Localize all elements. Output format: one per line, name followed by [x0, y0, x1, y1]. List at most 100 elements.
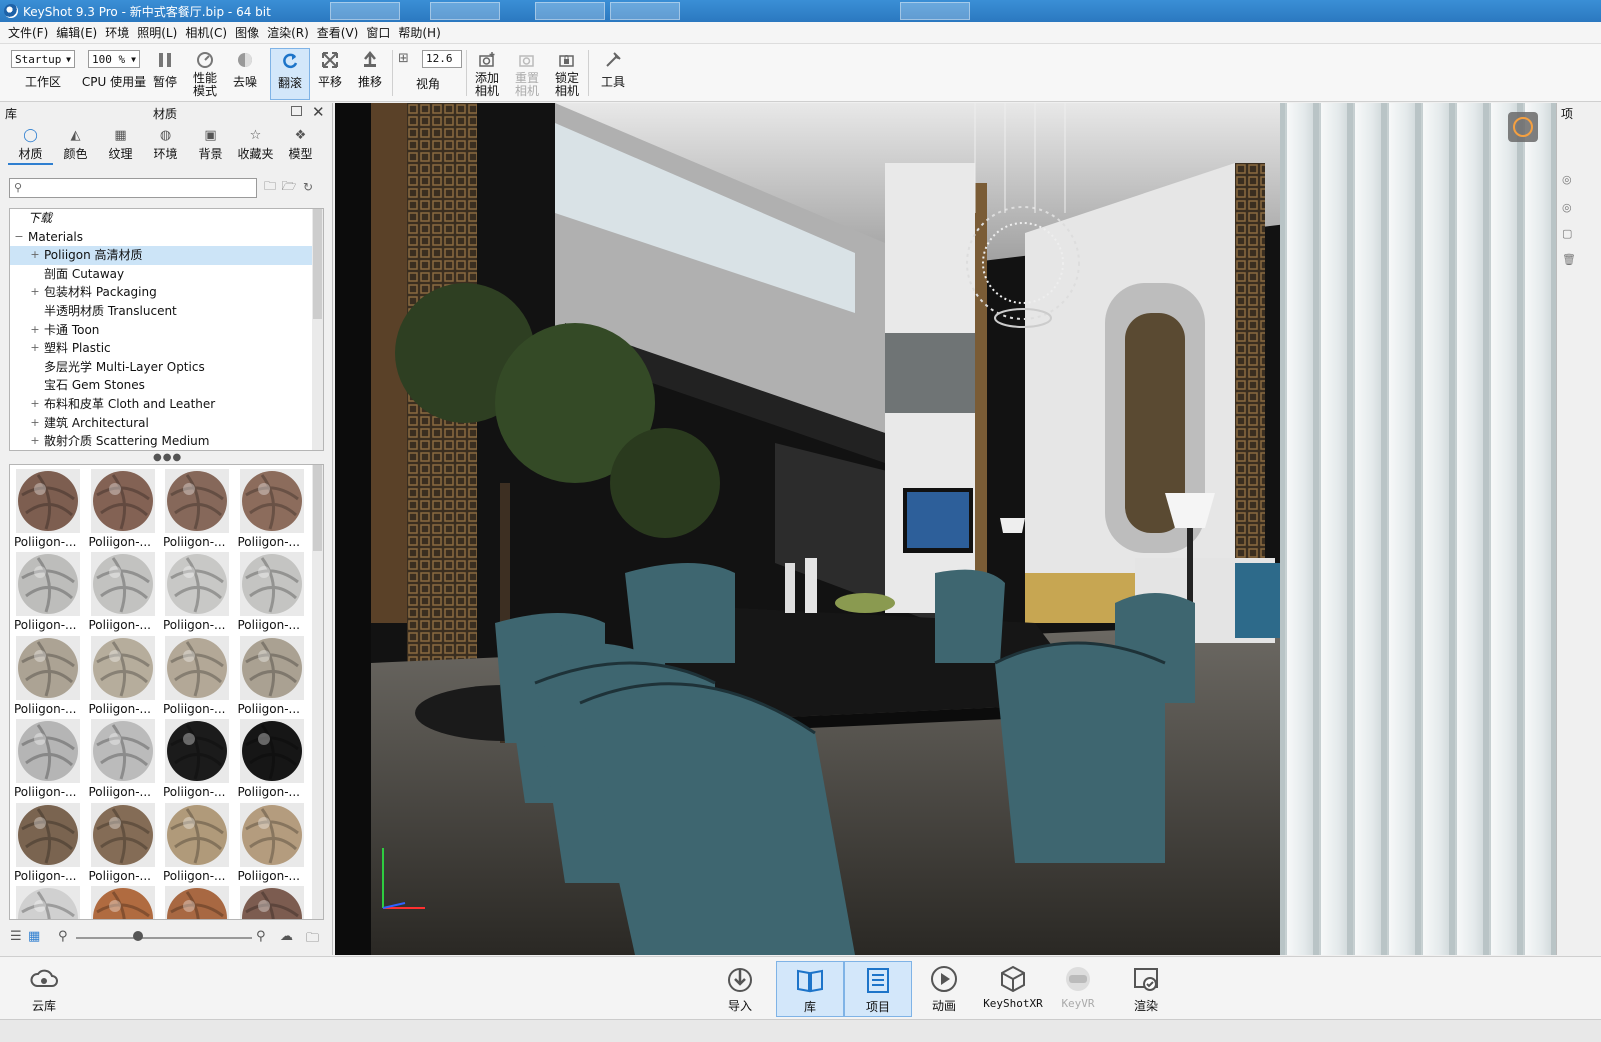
library-search-input[interactable]: ⚲: [9, 178, 257, 198]
keyshotxr-button[interactable]: KeyShotXR: [980, 961, 1046, 1017]
cloud-upload-icon[interactable]: ☁: [280, 929, 293, 944]
tab-favorites[interactable]: ☆ 收藏夹: [233, 127, 278, 165]
tree-row[interactable]: − Materials: [10, 228, 323, 247]
material-thumbnail[interactable]: Poliigon-...: [12, 717, 84, 800]
material-thumbnail[interactable]: Poliigon-...: [236, 717, 308, 800]
tree-row[interactable]: 宝石 Gem Stones: [10, 376, 323, 395]
material-thumbnail[interactable]: Poliigon-...: [236, 634, 308, 717]
menu-image[interactable]: 图像: [231, 24, 263, 41]
material-thumbnail[interactable]: Poliigon-...: [236, 801, 308, 884]
expand-icon[interactable]: +: [30, 321, 40, 340]
panel-icon[interactable]: ▢: [1562, 227, 1572, 240]
add-camera-button[interactable]: 添加 相机: [467, 48, 507, 100]
tab-backplates[interactable]: ▣ 背景: [188, 127, 233, 165]
panel-icon[interactable]: ◎: [1562, 173, 1572, 186]
material-thumbnail[interactable]: Poliigon-...: [87, 884, 159, 919]
grid-view-icon[interactable]: ▦: [28, 929, 40, 944]
tools-button[interactable]: 工具: [593, 48, 633, 100]
tree-row[interactable]: 剖面 Cutaway: [10, 265, 323, 284]
animation-button[interactable]: 动画: [912, 961, 976, 1017]
workspace-select[interactable]: Startup ▼: [11, 50, 75, 68]
lock-camera-button[interactable]: 锁定 相机: [547, 48, 587, 100]
refresh-icon[interactable]: ↻: [300, 179, 316, 195]
pan-button[interactable]: 平移: [310, 48, 350, 100]
material-thumbnail[interactable]: Poliigon-...: [12, 550, 84, 633]
material-thumbnail[interactable]: Poliigon-...: [87, 801, 159, 884]
tree-row[interactable]: + 建筑 Architectural: [10, 414, 323, 433]
menu-camera[interactable]: 相机(C): [181, 24, 231, 41]
keyvr-button[interactable]: KeyVR: [1046, 961, 1110, 1017]
tree-row[interactable]: + 散射介质 Scattering Medium: [10, 432, 323, 450]
menu-view[interactable]: 查看(V): [313, 24, 363, 41]
material-thumbnail[interactable]: Poliigon-...: [161, 467, 233, 550]
tree-scrollbar[interactable]: [312, 209, 323, 450]
panel-icon[interactable]: ◎: [1562, 201, 1572, 214]
reset-camera-button[interactable]: 重置 相机: [507, 48, 547, 100]
tree-row[interactable]: 下载: [10, 209, 323, 228]
expand-icon[interactable]: +: [30, 339, 40, 358]
tab-textures[interactable]: ▦ 纹理: [98, 127, 143, 165]
tree-row[interactable]: + 布料和皮革 Cloth and Leather: [10, 395, 323, 414]
expand-icon[interactable]: +: [30, 432, 40, 450]
material-thumbnail[interactable]: Poliigon-...: [87, 467, 159, 550]
cpu-usage-select[interactable]: 100 % ▼: [88, 50, 140, 68]
tab-environments[interactable]: ◍ 环境: [143, 127, 188, 165]
thumbnail-scrollbar[interactable]: [312, 465, 323, 919]
collapse-icon[interactable]: −: [14, 228, 24, 247]
tab-models[interactable]: ❖ 模型: [278, 127, 323, 165]
menu-lighting[interactable]: 照明(L): [133, 24, 181, 41]
material-thumbnail[interactable]: Poliigon-...: [87, 634, 159, 717]
menu-file[interactable]: 文件(F): [4, 24, 52, 41]
material-thumbnail[interactable]: Poliigon-...: [161, 634, 233, 717]
material-thumbnail[interactable]: Poliigon-...: [236, 884, 308, 919]
material-thumbnail[interactable]: Poliigon-...: [161, 717, 233, 800]
tree-row[interactable]: 半透明材质 Translucent: [10, 302, 323, 321]
scrollbar-thumb[interactable]: [313, 465, 322, 551]
dolly-button[interactable]: 推移: [350, 48, 390, 100]
tumble-button[interactable]: 翻滚: [270, 48, 310, 100]
trash-icon[interactable]: 🗑: [1562, 253, 1576, 266]
expand-icon[interactable]: +: [30, 395, 40, 414]
tree-row[interactable]: + Poliigon 高清材质: [10, 246, 323, 265]
thumbnail-size-slider-handle[interactable]: [132, 931, 143, 941]
denoise-button[interactable]: 去噪: [225, 48, 265, 100]
menu-help[interactable]: 帮助(H): [394, 24, 444, 41]
cloud-library-button[interactable]: 云库: [12, 961, 76, 1017]
pause-button[interactable]: 暂停: [145, 48, 185, 100]
tree-row[interactable]: + 包装材料 Packaging: [10, 283, 323, 302]
material-thumbnail[interactable]: Poliigon-...: [161, 884, 233, 919]
remove-folder-icon[interactable]: 🗁: [281, 179, 297, 195]
tree-row[interactable]: 多层光学 Multi-Layer Optics: [10, 358, 323, 377]
import-button[interactable]: 导入: [708, 961, 772, 1017]
expand-icon[interactable]: +: [30, 414, 40, 433]
library-button[interactable]: 库: [776, 961, 844, 1017]
thumbnail-size-slider[interactable]: [76, 937, 252, 939]
add-folder-icon[interactable]: 🗀: [262, 179, 278, 195]
menu-environment[interactable]: 环境: [101, 24, 133, 41]
material-thumbnail[interactable]: Poliigon-...: [87, 717, 159, 800]
panel-splitter-handle[interactable]: ●●●: [153, 452, 182, 463]
material-thumbnail[interactable]: Poliigon-...: [12, 467, 84, 550]
list-view-icon[interactable]: ☰: [10, 929, 22, 944]
field-of-view-input[interactable]: 12.6: [422, 50, 462, 68]
render-button[interactable]: 渲染: [1114, 961, 1178, 1017]
material-thumbnail[interactable]: Poliigon-...: [12, 884, 84, 919]
menu-render[interactable]: 渲染(R): [263, 24, 313, 41]
performance-mode-button[interactable]: 性能 模式: [185, 48, 225, 100]
float-panel-icon[interactable]: [291, 106, 302, 116]
material-thumbnail[interactable]: Poliigon-...: [12, 634, 84, 717]
material-thumbnail[interactable]: Poliigon-...: [236, 550, 308, 633]
project-button[interactable]: 项目: [844, 961, 912, 1017]
material-thumbnail[interactable]: Poliigon-...: [161, 801, 233, 884]
material-thumbnail[interactable]: Poliigon-...: [87, 550, 159, 633]
tab-colors[interactable]: ◭ 颜色: [53, 127, 98, 165]
material-thumbnail[interactable]: Poliigon-...: [12, 801, 84, 884]
close-icon[interactable]: ✕: [312, 103, 325, 121]
menu-edit[interactable]: 编辑(E): [52, 24, 101, 41]
scrollbar-thumb[interactable]: [313, 209, 322, 319]
material-thumbnail[interactable]: Poliigon-...: [161, 550, 233, 633]
expand-icon[interactable]: +: [30, 246, 40, 265]
material-thumbnail[interactable]: Poliigon-...: [236, 467, 308, 550]
folder-icon[interactable]: 🗀: [306, 929, 319, 951]
tab-materials[interactable]: ◯ 材质: [8, 127, 53, 165]
